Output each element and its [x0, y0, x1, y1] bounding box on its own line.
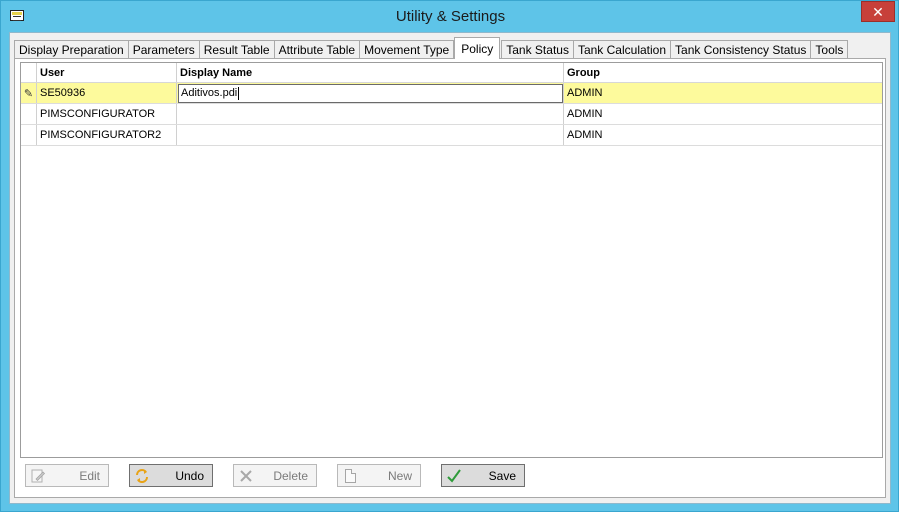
- tab-display-preparation[interactable]: Display Preparation: [14, 40, 129, 59]
- undo-button-label: Undo: [175, 468, 204, 483]
- display-name-value: Aditivos.pdi: [181, 87, 238, 99]
- tab-strip: Display Preparation Parameters Result Ta…: [14, 37, 849, 59]
- tab-tank-calculation[interactable]: Tank Calculation: [572, 40, 672, 59]
- edit-icon: [30, 468, 46, 484]
- new-button[interactable]: New: [337, 464, 421, 487]
- tab-result-table[interactable]: Result Table: [198, 40, 275, 59]
- tab-tank-consistency-status[interactable]: Tank Consistency Status: [670, 40, 812, 59]
- delete-button-label: Delete: [273, 468, 308, 483]
- cell-group[interactable]: ADMIN: [564, 83, 882, 103]
- title-bar[interactable]: Utility & Settings ✕: [1, 1, 899, 31]
- tab-attribute-table[interactable]: Attribute Table: [273, 40, 361, 59]
- edit-button[interactable]: Edit: [25, 464, 109, 487]
- column-header-display-name[interactable]: Display Name: [177, 63, 564, 82]
- column-header-group[interactable]: Group: [564, 63, 882, 82]
- row-indicator-header: [21, 63, 37, 82]
- text-caret: [238, 86, 240, 100]
- grid-header: User Display Name Group: [21, 63, 882, 83]
- checkmark-icon: [446, 468, 462, 484]
- policy-grid[interactable]: User Display Name Group ✎ SE50936 Aditiv…: [20, 62, 883, 458]
- table-row[interactable]: PIMSCONFIGURATOR2 ADMIN: [21, 125, 882, 146]
- tab-parameters[interactable]: Parameters: [127, 40, 200, 59]
- window-title: Utility & Settings: [395, 8, 506, 25]
- undo-icon: [134, 468, 150, 484]
- cell-group[interactable]: ADMIN: [564, 104, 882, 124]
- row-indicator[interactable]: [21, 125, 37, 145]
- cell-display-name[interactable]: [177, 125, 564, 145]
- table-row[interactable]: PIMSCONFIGURATOR ADMIN: [21, 104, 882, 125]
- display-name-input[interactable]: Aditivos.pdi: [178, 83, 563, 103]
- tab-movement-type[interactable]: Movement Type: [359, 40, 455, 59]
- app-window: Utility & Settings ✕ Display Preparation…: [0, 0, 899, 512]
- cell-display-name[interactable]: [177, 104, 564, 124]
- new-button-label: New: [387, 468, 412, 483]
- client-area: Display Preparation Parameters Result Ta…: [9, 32, 891, 504]
- save-button-label: Save: [488, 468, 516, 483]
- undo-button[interactable]: Undo: [129, 464, 213, 487]
- row-indicator[interactable]: [21, 104, 37, 124]
- new-document-icon: [342, 468, 358, 484]
- close-icon: ✕: [872, 3, 884, 20]
- save-button[interactable]: Save: [441, 464, 525, 487]
- cell-display-name[interactable]: Aditivos.pdi: [177, 83, 564, 103]
- cell-user[interactable]: SE50936: [37, 83, 177, 103]
- policy-panel: User Display Name Group ✎ SE50936 Aditiv…: [14, 58, 886, 498]
- table-row[interactable]: ✎ SE50936 Aditivos.pdi ADMIN: [21, 83, 882, 104]
- tab-tank-status[interactable]: Tank Status: [501, 40, 574, 59]
- tab-tools[interactable]: Tools: [810, 40, 849, 59]
- close-button[interactable]: ✕: [861, 1, 895, 22]
- cell-user[interactable]: PIMSCONFIGURATOR: [37, 104, 177, 124]
- delete-icon: [238, 468, 254, 484]
- column-header-user[interactable]: User: [37, 63, 177, 82]
- cell-group[interactable]: ADMIN: [564, 125, 882, 145]
- cell-user[interactable]: PIMSCONFIGURATOR2: [37, 125, 177, 145]
- tab-policy[interactable]: Policy: [454, 37, 501, 59]
- delete-button[interactable]: Delete: [233, 464, 317, 487]
- edit-button-label: Edit: [79, 468, 100, 483]
- pencil-icon: ✎: [23, 87, 34, 100]
- row-indicator[interactable]: ✎: [21, 83, 37, 103]
